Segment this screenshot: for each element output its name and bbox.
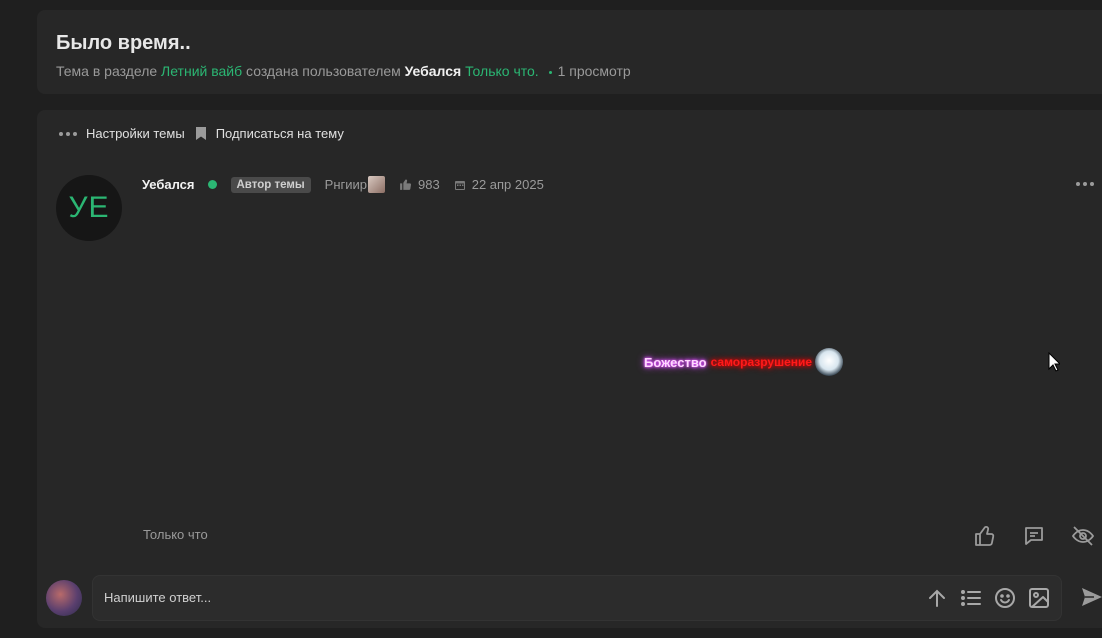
topic-settings-label: Настройки темы xyxy=(86,126,185,141)
topic-actions: Настройки темы Подписаться на тему xyxy=(59,126,354,141)
mouse-cursor-icon xyxy=(1048,352,1060,372)
meta-separator xyxy=(548,70,552,74)
post-panel: Настройки темы Подписаться на тему УЕ Уе… xyxy=(37,110,1102,628)
thread-header: Было время.. Тема в разделе Летний вайб … xyxy=(37,10,1102,94)
created-time: Только что. xyxy=(465,63,539,79)
thread-title: Было время.. xyxy=(56,32,191,54)
list-icon[interactable] xyxy=(959,586,983,610)
user-rank: Рнгиир xyxy=(324,176,386,193)
rank-image xyxy=(368,176,386,193)
thread-author-link[interactable]: Уебался xyxy=(405,63,462,79)
bookmark-icon xyxy=(195,127,206,140)
emoji-icon[interactable] xyxy=(993,586,1017,610)
section-link[interactable]: Летний вайб xyxy=(161,63,242,79)
reply-placeholder: Напишите ответ... xyxy=(104,590,212,605)
current-user-avatar[interactable] xyxy=(46,580,82,616)
post-header: Уебался Автор темы Рнгиир 983 22 апр 202… xyxy=(142,176,544,193)
reply-comment-icon[interactable] xyxy=(1022,524,1046,548)
hide-eye-icon[interactable] xyxy=(1071,524,1095,548)
author-avatar[interactable]: УЕ xyxy=(56,175,122,241)
post-actions xyxy=(973,524,1095,548)
more-dots-icon xyxy=(59,131,77,136)
glow-text-word: Божество xyxy=(644,354,707,370)
likes-value: 983 xyxy=(418,177,440,192)
send-icon[interactable] xyxy=(1080,585,1102,609)
subscribe-label: Подписаться на тему xyxy=(215,126,344,141)
thumbs-up-icon xyxy=(400,179,412,190)
likes-count: 983 xyxy=(399,177,440,192)
like-icon[interactable] xyxy=(973,524,997,548)
reply-row: Напишите ответ... xyxy=(37,575,1102,625)
reply-toolbar xyxy=(925,586,1051,610)
post-more-icon[interactable] xyxy=(1076,182,1094,186)
meta-created-by: создана пользователем xyxy=(246,63,401,79)
post-content: Божество саморазрушение xyxy=(644,348,844,376)
author-badge: Автор темы xyxy=(230,176,311,193)
red-text-word: саморазрушение xyxy=(710,355,813,369)
views-count: 1 просмотр xyxy=(557,63,631,79)
online-status-dot xyxy=(207,180,217,189)
thread-meta: Тема в разделе Летний вайб создана польз… xyxy=(56,63,631,79)
image-icon[interactable] xyxy=(1027,586,1051,610)
calendar-icon xyxy=(454,180,465,190)
sticker-image xyxy=(815,348,844,376)
arrow-up-icon[interactable] xyxy=(925,586,949,610)
topic-settings-button[interactable]: Настройки темы xyxy=(59,126,185,141)
reply-input[interactable]: Напишите ответ... xyxy=(92,575,1062,621)
register-date: 22 апр 2025 xyxy=(454,177,544,192)
subscribe-button[interactable]: Подписаться на тему xyxy=(195,126,344,141)
date-value: 22 апр 2025 xyxy=(471,177,544,192)
post-time: Только что xyxy=(143,527,208,542)
post-author-name[interactable]: Уебался xyxy=(142,177,195,192)
rank-label: Рнгиир xyxy=(324,177,368,192)
meta-prefix: Тема в разделе xyxy=(56,63,158,79)
